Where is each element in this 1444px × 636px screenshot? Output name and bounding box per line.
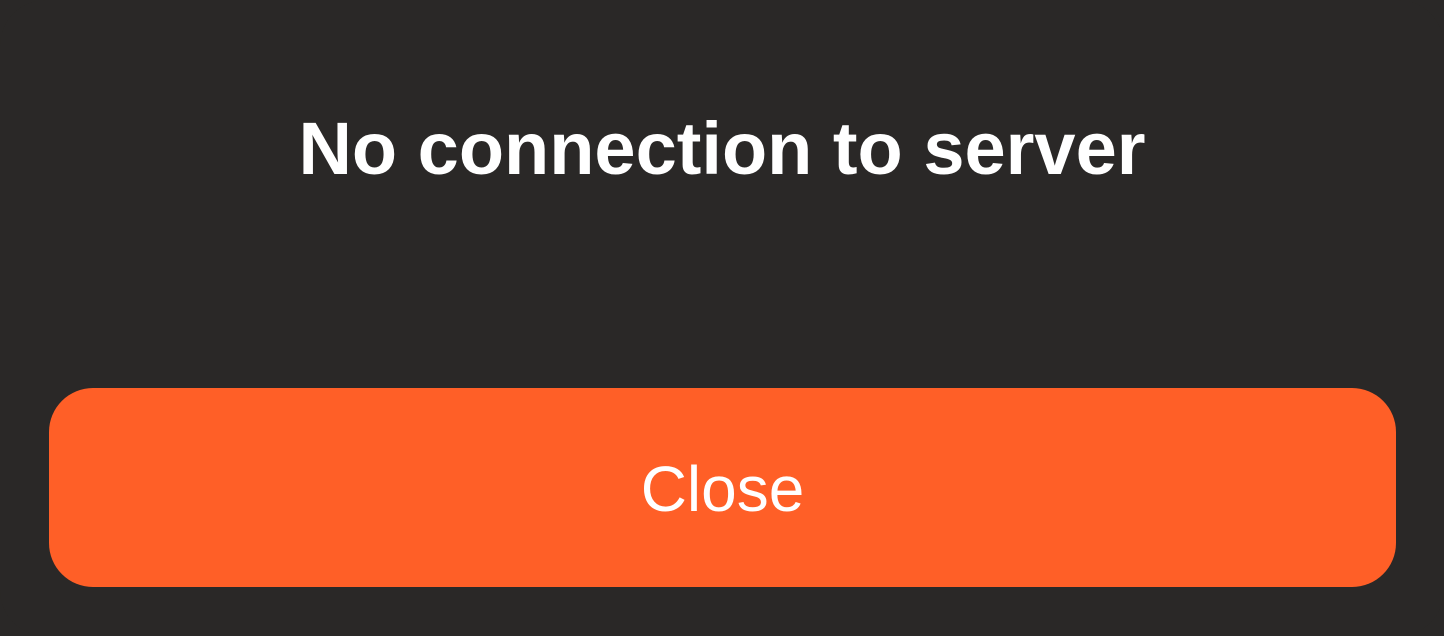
connection-error-dialog: No connection to server Close xyxy=(0,0,1444,636)
dialog-title: No connection to server xyxy=(298,107,1146,190)
close-button[interactable]: Close xyxy=(49,388,1396,587)
close-button-label: Close xyxy=(640,452,805,525)
